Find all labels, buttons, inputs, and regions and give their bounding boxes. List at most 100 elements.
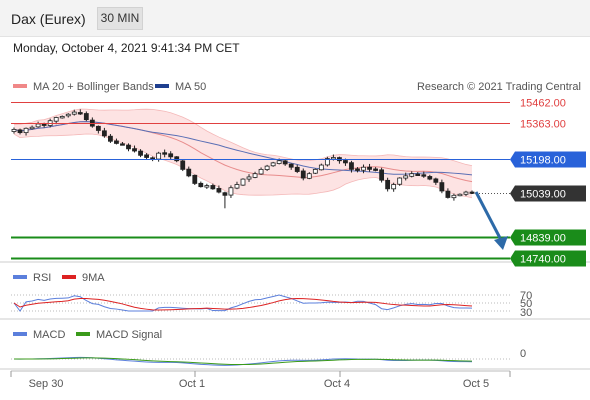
candle-body [373,168,378,171]
macd-legend: MACD MACD Signal [13,329,162,341]
resistance-label: 15462.00 [520,98,566,110]
candle-body [439,182,445,192]
candle-body [300,170,306,179]
candle-body [41,123,47,126]
x-tick-label: Oct 1 [179,378,205,390]
candle-body [445,190,451,198]
candle-body [312,168,318,174]
x-tick-label: Oct 5 [463,378,489,390]
candle-body [168,153,174,158]
candle-body [258,168,264,175]
candle-body [77,112,83,115]
rsi-legend: RSI 9MA [13,272,105,284]
candle [204,183,210,189]
candle-body [246,176,252,180]
candle-body [120,143,125,146]
candle-body [252,173,258,178]
candle-body [132,148,137,152]
candle-body [361,166,366,171]
candle-body [318,164,324,171]
candle-body [210,185,216,190]
price-chart: MA 20 + Bollinger Bands MA 50 Research ©… [0,81,590,390]
rsi-legend-label: RSI [33,272,51,284]
candle-body [330,157,336,160]
candle-body [415,173,421,176]
rsi-30-label: 30 [520,307,532,319]
candle-body [59,116,65,119]
candle [312,168,318,175]
candle-body [403,175,409,179]
candle-body [65,113,71,117]
x-tick-label: Oct 4 [324,378,350,390]
candle-body [463,191,469,195]
x-axis: Sep 30 Oct 1 Oct 4 Oct 5 [10,371,511,390]
candle-body [138,150,143,156]
candle-body [216,188,222,193]
candle [397,177,403,186]
candle-body [282,160,288,165]
candle [198,181,204,188]
candle-body [17,129,23,134]
candle-body [457,193,463,197]
candle [222,191,228,209]
candle-body [367,166,372,170]
candle-body [222,192,228,196]
candle-body [126,144,131,150]
candle-body [264,165,270,170]
candle-body [349,162,354,170]
rsi-ma-legend-label: 9MA [82,272,105,284]
candle-body [156,152,162,160]
candle-body [71,111,77,115]
candle-body [427,176,433,180]
candle-body [108,135,113,142]
main-legend: MA 20 + Bollinger Bands MA 50 Research ©… [13,81,581,93]
candle-body [114,140,119,144]
candle-body [288,163,294,168]
copyright-label: Research © 2021 Trading Central [417,81,581,93]
candle-body [355,168,360,171]
rsi-legend-swatch [13,275,27,279]
candle-body [294,166,300,172]
last-price-label: 15039.00 [520,189,566,201]
candle-body [397,177,403,185]
rsi-ma-line [13,297,473,311]
rsi-ma-legend-swatch [62,275,76,279]
candle-body [409,173,415,177]
candle-body [379,169,385,181]
candle-body [53,117,59,122]
candle-body [306,173,312,179]
macd-zero-label: 0 [520,348,526,360]
candle-body [276,160,282,164]
pivot-label: 15198.00 [520,155,566,167]
candle-body [83,113,89,121]
candle-body [228,187,234,196]
candle [270,161,276,167]
candle-body [198,182,204,188]
candle [192,174,198,186]
candle [180,159,186,172]
candle-body [385,179,391,190]
candle-body [144,154,149,158]
macd-legend-swatch [13,332,27,336]
macd-signal-legend-label: MACD Signal [96,329,162,341]
candle-body [95,125,101,131]
forecast-arrow [474,191,508,250]
x-tick-label: Sep 30 [29,378,64,390]
candle-body [192,174,198,184]
candle-body [23,127,29,134]
candle-body [204,185,210,188]
ma20-legend-swatch [13,84,27,88]
ma50-legend-label: MA 50 [175,81,206,93]
candle-body [240,178,246,186]
candle-body [11,128,17,132]
candle-body [101,130,107,137]
candle-body [433,178,439,183]
macd-signal-legend-swatch [76,332,90,336]
candle-body [270,162,276,167]
candle-body [162,152,168,155]
candle-body [174,156,180,162]
ma50-legend-swatch [155,84,169,88]
candle-body [343,160,348,164]
ma20-legend-label: MA 20 + Bollinger Bands [33,81,154,93]
candle [156,151,162,162]
